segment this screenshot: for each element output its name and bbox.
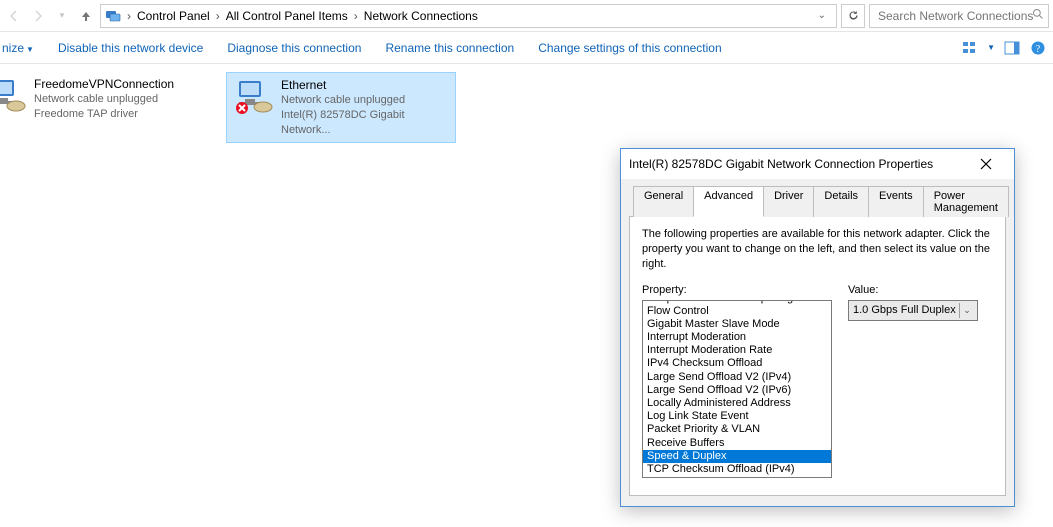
preview-pane-icon[interactable] bbox=[1003, 39, 1021, 57]
dialog-title: Intel(R) 82578DC Gigabit Network Connect… bbox=[629, 157, 966, 171]
properties-dialog: Intel(R) 82578DC Gigabit Network Connect… bbox=[620, 148, 1015, 507]
refresh-button[interactable] bbox=[841, 4, 865, 28]
breadcrumb-dropdown-icon[interactable]: ⌄ bbox=[816, 10, 832, 21]
chevron-down-icon: ▼ bbox=[26, 45, 34, 54]
organize-label: nize bbox=[2, 41, 24, 55]
tab-general[interactable]: General bbox=[633, 186, 694, 217]
advanced-panel: The following properties are available f… bbox=[629, 216, 1006, 496]
dialog-titlebar[interactable]: Intel(R) 82578DC Gigabit Network Connect… bbox=[621, 149, 1014, 179]
organize-button[interactable]: nize▼ bbox=[2, 41, 34, 55]
close-button[interactable] bbox=[966, 151, 1006, 177]
property-list[interactable]: Adaptive Inter-Frame SpacingFlow Control… bbox=[642, 300, 832, 478]
connection-title: FreedomeVPNConnection bbox=[34, 76, 174, 92]
diagnose-button[interactable]: Diagnose this connection bbox=[227, 41, 361, 55]
property-item[interactable]: Speed & Duplex bbox=[643, 450, 831, 463]
back-icon[interactable] bbox=[4, 6, 24, 26]
chevron-right-icon: › bbox=[352, 9, 360, 23]
property-item[interactable]: Receive Buffers bbox=[643, 437, 831, 450]
search-box[interactable] bbox=[869, 4, 1049, 28]
rename-button[interactable]: Rename this connection bbox=[385, 41, 514, 55]
connection-detail: Intel(R) 82578DC Gigabit Network... bbox=[281, 108, 449, 138]
chevron-right-icon: › bbox=[125, 9, 133, 23]
connection-title: Ethernet bbox=[281, 77, 449, 93]
breadcrumb[interactable]: › Control Panel › All Control Panel Item… bbox=[100, 4, 837, 28]
chevron-down-icon[interactable]: ▼ bbox=[987, 43, 995, 52]
forward-icon[interactable] bbox=[28, 6, 48, 26]
breadcrumb-item[interactable]: All Control Panel Items bbox=[224, 9, 350, 23]
view-options-icon[interactable] bbox=[961, 39, 979, 57]
chevron-right-icon: › bbox=[214, 9, 222, 23]
value-text: 1.0 Gbps Full Duplex bbox=[853, 304, 956, 316]
property-label: Property: bbox=[642, 284, 832, 296]
property-item[interactable]: Packet Priority & VLAN bbox=[643, 423, 831, 436]
dialog-tabs: General Advanced Driver Details Events P… bbox=[629, 186, 1006, 217]
network-connections-icon bbox=[105, 8, 121, 24]
chevron-down-icon: ⌄ bbox=[959, 303, 974, 318]
tab-power-management[interactable]: Power Management bbox=[923, 186, 1009, 217]
connections-area: FreedomeVPNConnection Network cable unpl… bbox=[0, 64, 1053, 143]
connection-status: Network cable unplugged bbox=[34, 92, 174, 107]
change-settings-button[interactable]: Change settings of this connection bbox=[538, 41, 721, 55]
connection-text: Ethernet Network cable unplugged Intel(R… bbox=[281, 77, 449, 138]
property-item[interactable]: TCP Checksum Offload (IPv4) bbox=[643, 463, 831, 476]
network-adapter-icon bbox=[233, 77, 273, 117]
dialog-body: General Advanced Driver Details Events P… bbox=[621, 179, 1014, 506]
connection-status: Network cable unplugged bbox=[281, 93, 449, 108]
breadcrumb-item[interactable]: Network Connections bbox=[362, 9, 480, 23]
up-icon[interactable] bbox=[76, 6, 96, 26]
value-label: Value: bbox=[848, 284, 978, 296]
property-item[interactable]: Large Send Offload V2 (IPv4) bbox=[643, 371, 831, 384]
tab-details[interactable]: Details bbox=[813, 186, 869, 217]
command-toolbar: nize▼ Disable this network device Diagno… bbox=[0, 32, 1053, 64]
tab-advanced[interactable]: Advanced bbox=[693, 186, 764, 217]
property-item[interactable]: Gigabit Master Slave Mode bbox=[643, 318, 831, 331]
connection-item[interactable]: FreedomeVPNConnection Network cable unpl… bbox=[0, 72, 210, 126]
property-item[interactable]: Flow Control bbox=[643, 305, 831, 318]
property-item[interactable]: Log Link State Event bbox=[643, 410, 831, 423]
connection-detail: Freedome TAP driver bbox=[34, 107, 174, 122]
connection-item[interactable]: Ethernet Network cable unplugged Intel(R… bbox=[226, 72, 456, 143]
property-item[interactable]: IPv4 Checksum Offload bbox=[643, 357, 831, 370]
connection-text: FreedomeVPNConnection Network cable unpl… bbox=[34, 76, 174, 122]
search-input[interactable] bbox=[876, 8, 1042, 24]
property-item[interactable]: Interrupt Moderation bbox=[643, 331, 831, 344]
disable-device-button[interactable]: Disable this network device bbox=[58, 41, 203, 55]
recent-dropdown-icon[interactable]: ▾ bbox=[52, 6, 72, 26]
toolbar-right: ▼ ? bbox=[961, 39, 1047, 57]
advanced-description: The following properties are available f… bbox=[642, 227, 993, 272]
property-item[interactable]: Interrupt Moderation Rate bbox=[643, 344, 831, 357]
property-item[interactable]: Locally Administered Address bbox=[643, 397, 831, 410]
help-icon[interactable]: ? bbox=[1029, 39, 1047, 57]
search-icon bbox=[1032, 8, 1044, 23]
address-bar: ▾ › Control Panel › All Control Panel It… bbox=[0, 0, 1053, 32]
property-item[interactable]: Large Send Offload V2 (IPv6) bbox=[643, 384, 831, 397]
value-select[interactable]: 1.0 Gbps Full Duplex ⌄ bbox=[848, 300, 978, 321]
breadcrumb-item[interactable]: Control Panel bbox=[135, 9, 212, 23]
svg-text:?: ? bbox=[1036, 44, 1041, 55]
tab-driver[interactable]: Driver bbox=[763, 186, 814, 217]
network-adapter-icon bbox=[0, 76, 26, 116]
tab-events[interactable]: Events bbox=[868, 186, 924, 217]
